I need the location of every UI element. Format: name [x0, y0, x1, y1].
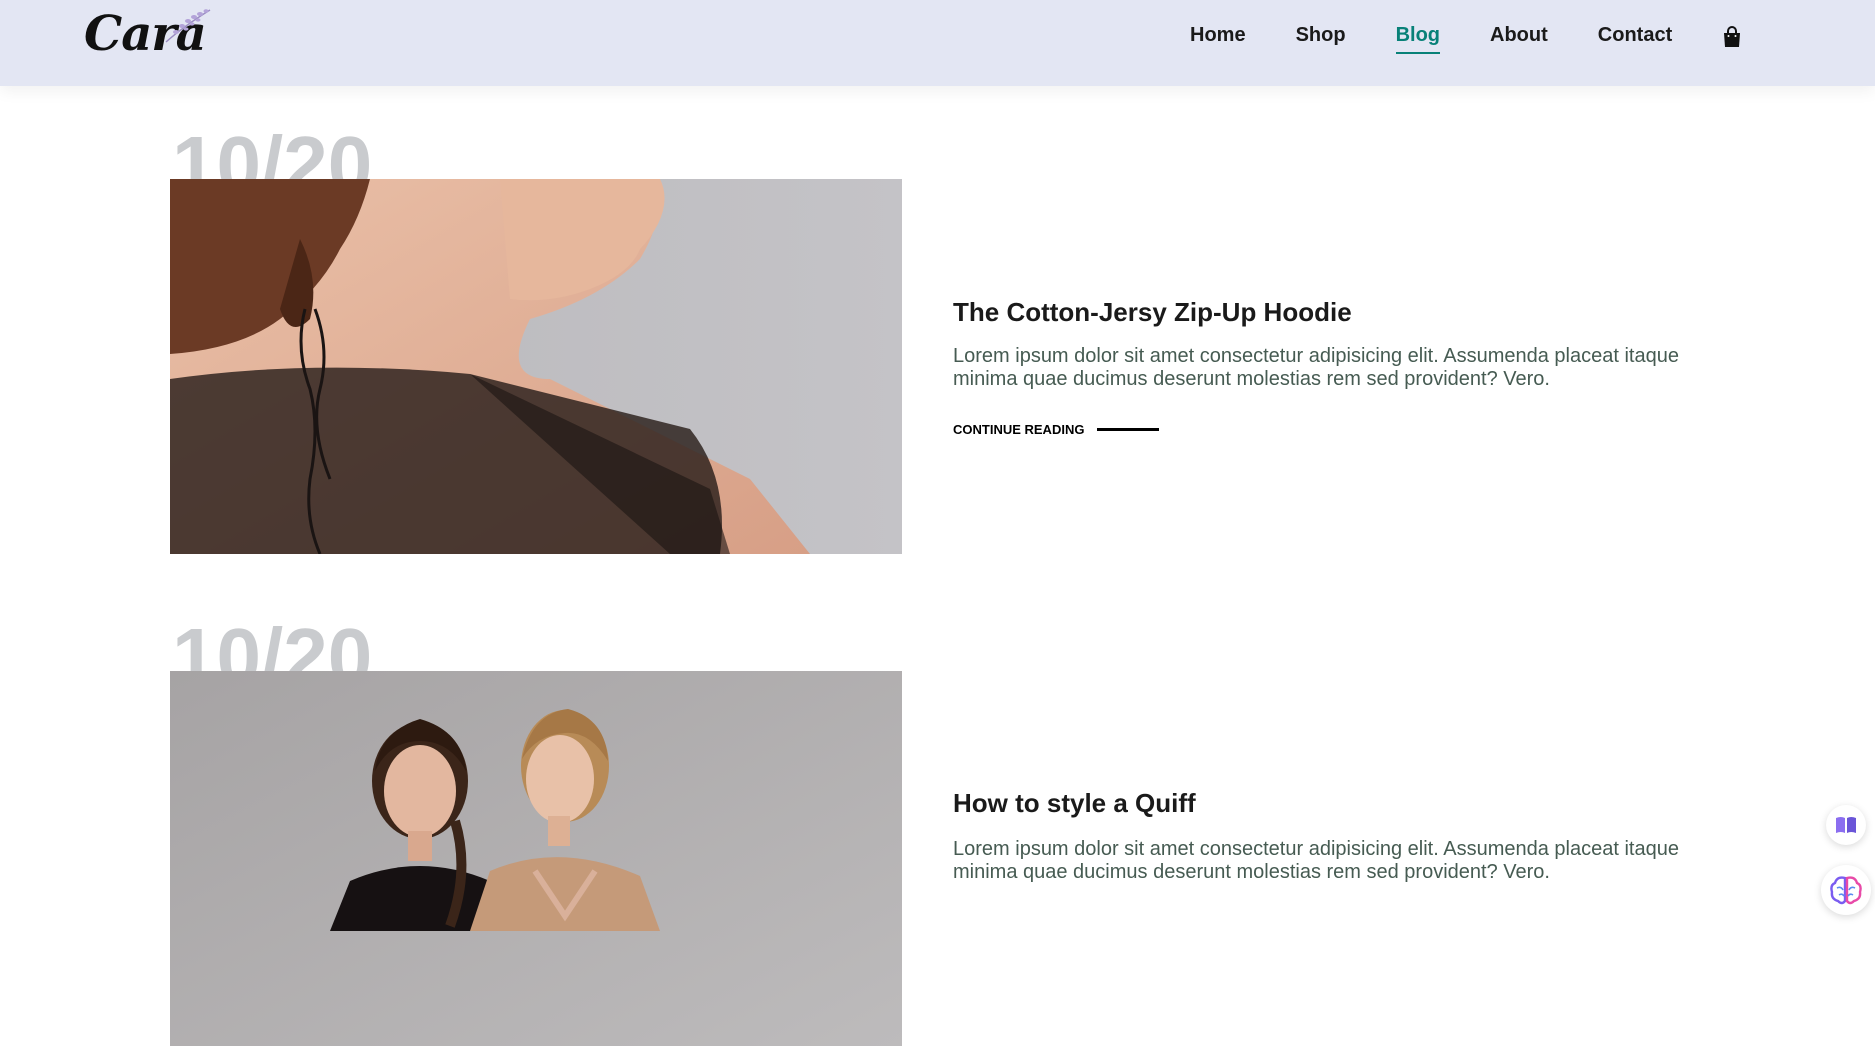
- assistant-widget-button[interactable]: [1821, 865, 1871, 915]
- two-models-photo: [170, 671, 902, 1046]
- book-icon: [1836, 817, 1856, 833]
- post-title[interactable]: How to style a Quiff: [953, 788, 1196, 819]
- site-header: Cara Home Shop Blog About Contact: [0, 0, 1875, 86]
- continue-reading-line: [1097, 428, 1160, 431]
- cart-button[interactable]: [1722, 18, 1742, 52]
- post-image[interactable]: [170, 179, 902, 554]
- reader-widget-button[interactable]: [1826, 805, 1866, 845]
- nav-shop[interactable]: Shop: [1296, 20, 1346, 51]
- nav-blog[interactable]: Blog: [1395, 20, 1441, 54]
- model-back-photo: [170, 179, 902, 554]
- lavender-sprig-icon: [165, 9, 211, 43]
- brain-icon: [1830, 876, 1862, 905]
- nav-contact[interactable]: Contact: [1598, 20, 1672, 51]
- post-image[interactable]: [170, 671, 902, 1046]
- shopping-bag-icon: [1724, 26, 1741, 47]
- continue-reading-link[interactable]: CONTINUE READING: [953, 422, 1160, 437]
- nav-about[interactable]: About: [1490, 20, 1548, 51]
- post-excerpt: Lorem ipsum dolor sit amet consectetur a…: [953, 345, 1679, 390]
- post-excerpt: Lorem ipsum dolor sit amet consectetur a…: [953, 838, 1679, 883]
- continue-reading-label: CONTINUE READING: [953, 422, 1085, 437]
- main-nav: Home Shop Blog About Contact: [1190, 18, 1742, 54]
- post-title[interactable]: The Cotton-Jersy Zip-Up Hoodie: [953, 297, 1352, 328]
- logo[interactable]: Cara: [84, 4, 214, 62]
- nav-home[interactable]: Home: [1190, 20, 1246, 51]
